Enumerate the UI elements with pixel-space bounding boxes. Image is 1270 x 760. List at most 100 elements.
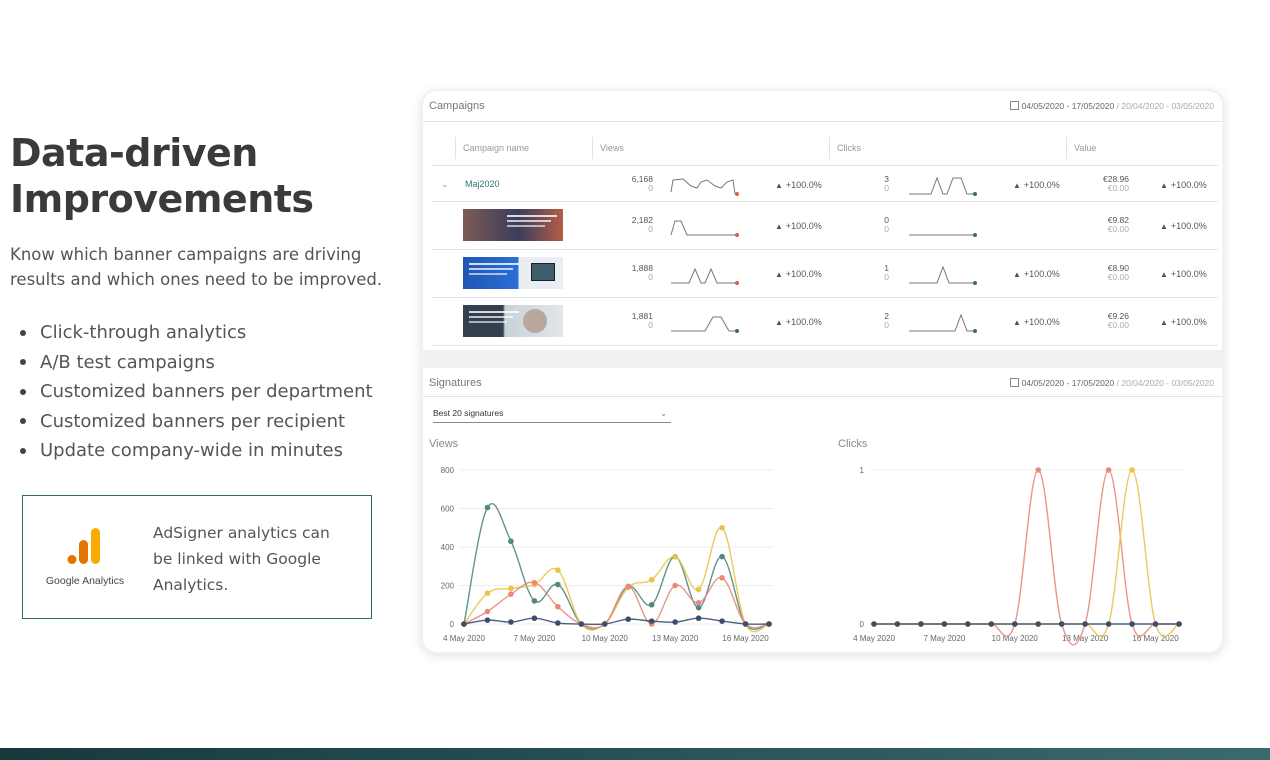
- column-header-clicks[interactable]: Clicks: [837, 143, 861, 153]
- value-prev: €0.00: [1107, 224, 1129, 234]
- column-separator: [455, 137, 456, 159]
- data-point: [648, 576, 655, 583]
- data-point: [555, 603, 561, 610]
- select-value: Best 20 signatures: [433, 408, 504, 418]
- signatures-date-range[interactable]: 04/05/2020 - 17/05/2020 / 20/04/2020 - 0…: [1009, 378, 1214, 388]
- up-triangle-icon: ▲: [775, 181, 783, 190]
- feature-item: Customized banners per recipient: [20, 407, 373, 437]
- date-range-current: 04/05/2020 - 17/05/2020: [1021, 378, 1115, 388]
- signatures-select[interactable]: Best 20 signatures ⌄: [433, 408, 671, 423]
- views-change-value: +100.0%: [785, 180, 822, 190]
- views-change-value: +100.0%: [785, 221, 822, 231]
- ga-text-line: AdSigner analytics can: [153, 524, 330, 542]
- value-change-value: +100.0%: [1170, 269, 1207, 279]
- banner-thumbnail[interactable]: [463, 257, 563, 289]
- hero-title: Data-driven Improvements: [10, 130, 400, 222]
- data-point: [1011, 621, 1018, 627]
- value-prev: €0.00: [1107, 183, 1129, 193]
- divider: [431, 297, 1218, 298]
- clicks-change-value: +100.0%: [1023, 180, 1060, 190]
- data-point: [719, 575, 725, 581]
- value-change: ▲ +100.0%: [1160, 180, 1207, 190]
- data-point: [672, 582, 678, 589]
- data-point: [695, 615, 702, 622]
- data-point: [1035, 621, 1042, 627]
- data-point: [719, 524, 725, 531]
- views-prev: 0: [648, 320, 653, 330]
- feature-item: A/B test campaigns: [20, 348, 373, 378]
- up-triangle-icon: ▲: [1160, 181, 1168, 190]
- feature-item: Update company-wide in minutes: [20, 436, 373, 466]
- campaign-name[interactable]: Maj2020: [465, 179, 500, 189]
- y-tick-label: 800: [441, 466, 455, 475]
- data-point: [672, 619, 678, 625]
- x-tick-label: 7 May 2020: [513, 634, 555, 643]
- up-triangle-icon: ▲: [1013, 318, 1021, 327]
- google-analytics-box: Google Analytics AdSigner analytics can …: [22, 495, 372, 619]
- clicks-change: ▲ +100.0%: [1013, 180, 1060, 190]
- chevron-down-icon[interactable]: ⌄: [441, 179, 449, 190]
- data-point: [1129, 621, 1135, 627]
- up-triangle-icon: ▲: [1013, 181, 1021, 190]
- data-point: [484, 504, 491, 511]
- views-cell: 1,888 0: [613, 264, 653, 282]
- value-change-value: +100.0%: [1170, 221, 1207, 231]
- views-sparkline: [671, 267, 739, 285]
- views-change-value: +100.0%: [785, 317, 822, 327]
- bullet-icon: [20, 447, 26, 454]
- bottom-bar: [0, 748, 1270, 760]
- clicks-cell: 00: [863, 216, 889, 234]
- feature-label: Customized banners per department: [40, 381, 373, 402]
- date-range-current: 04/05/2020 - 17/05/2020: [1021, 101, 1115, 111]
- data-point: [555, 581, 561, 588]
- views-prev: 0: [648, 272, 653, 282]
- x-tick-label: 4 May 2020: [443, 634, 485, 643]
- dashboard-screenshot: Campaigns 04/05/2020 - 17/05/2020 / 20/0…: [421, 89, 1224, 654]
- google-analytics-logo: Google Analytics: [45, 526, 125, 587]
- x-tick-label: 16 May 2020: [1132, 634, 1179, 643]
- y-tick-label: 0: [860, 620, 865, 629]
- data-point: [894, 621, 901, 627]
- campaigns-date-range[interactable]: 04/05/2020 - 17/05/2020 / 20/04/2020 - 0…: [1009, 101, 1214, 111]
- signatures-title: Signatures: [429, 377, 482, 389]
- banner-thumbnail[interactable]: [463, 209, 563, 241]
- hero-lead: Know which banner campaigns are driving …: [10, 242, 400, 292]
- value-change-value: +100.0%: [1170, 317, 1207, 327]
- hero-title-line2: Improvements: [10, 177, 314, 221]
- series-line: [873, 469, 1179, 646]
- calendar-icon: [1009, 101, 1019, 110]
- clicks-chart-title: Clicks: [838, 438, 868, 450]
- column-separator: [1066, 137, 1067, 159]
- calendar-icon: [1009, 378, 1019, 387]
- clicks-cell: 30: [863, 175, 889, 193]
- views-change: ▲ +100.0%: [775, 180, 822, 190]
- column-header-name[interactable]: Campaign name: [463, 143, 529, 153]
- chevron-down-icon: ⌄: [660, 409, 667, 418]
- clicks-change: ▲ +100.0%: [1013, 269, 1060, 279]
- column-header-views[interactable]: Views: [600, 143, 624, 153]
- google-analytics-text: AdSigner analytics can be linked with Go…: [153, 520, 353, 598]
- data-point: [965, 621, 971, 627]
- y-tick-label: 400: [441, 543, 455, 552]
- divider: [431, 201, 1218, 202]
- data-point: [508, 591, 514, 597]
- value-cell: €8.90 €0.00: [1083, 264, 1129, 282]
- data-point: [766, 621, 772, 627]
- ga-text-line: be linked with Google: [153, 550, 321, 568]
- data-point: [484, 608, 491, 615]
- banner-thumbnail[interactable]: [463, 305, 563, 337]
- date-range-compare: 20/04/2020 - 03/05/2020: [1121, 378, 1214, 388]
- bullet-icon: [20, 359, 26, 366]
- column-header-value[interactable]: Value: [1074, 143, 1096, 153]
- clicks-chart: 014 May 2020 7 May 2020 10 May 2020 13 May …: [853, 466, 1183, 646]
- data-point: [871, 621, 877, 627]
- value-cell: €9.26 €0.00: [1083, 312, 1129, 330]
- value-prev: €0.00: [1107, 272, 1129, 282]
- up-triangle-icon: ▲: [1013, 270, 1021, 279]
- clicks-sparkline: [909, 265, 977, 285]
- up-triangle-icon: ▲: [1160, 318, 1168, 327]
- data-point: [941, 621, 948, 627]
- data-point: [508, 585, 514, 592]
- up-triangle-icon: ▲: [775, 270, 783, 279]
- up-triangle-icon: ▲: [1160, 270, 1168, 279]
